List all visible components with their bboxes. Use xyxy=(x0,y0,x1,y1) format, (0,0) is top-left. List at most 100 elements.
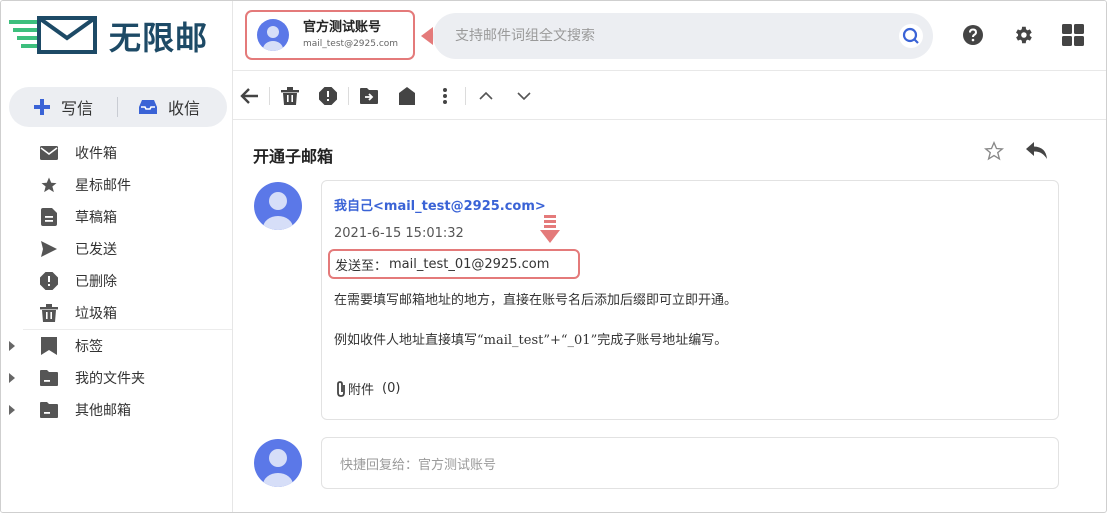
account-switcher[interactable]: 官方测试账号 mail_test@2925.com xyxy=(245,10,415,60)
inbox-tray-icon xyxy=(139,100,157,114)
next-mail-button[interactable] xyxy=(514,86,534,106)
send-icon xyxy=(39,239,59,259)
recipient-line: 发送至： mail_test_01@2925.com xyxy=(328,249,580,279)
toolbar-separator xyxy=(269,86,270,105)
tag-icon xyxy=(399,86,415,105)
search-icon xyxy=(902,27,919,44)
mailbox-icon xyxy=(39,400,59,420)
folder-deleted[interactable]: 已删除 xyxy=(1,265,232,297)
sidebar: 无限邮 写信 收信 收件箱 星标邮件 草稿箱 已发送 已删除 垃圾箱 标签 我的… xyxy=(1,1,233,512)
more-button[interactable] xyxy=(435,86,455,106)
alert-icon xyxy=(319,86,337,105)
paperclip-icon xyxy=(337,380,345,397)
toolbar-separator xyxy=(348,86,349,105)
folder-label: 我的文件夹 xyxy=(75,371,145,387)
mail-body-line: 例如收件人地址直接填写“mail_test”+“_01”完成子账号地址编写。 xyxy=(334,333,728,348)
trash-icon xyxy=(281,86,299,105)
logo: 无限邮 xyxy=(9,13,224,59)
move-button[interactable] xyxy=(359,86,379,106)
expand-caret-icon[interactable] xyxy=(9,405,15,415)
more-vertical-icon xyxy=(443,87,447,104)
attachment-count: (0) xyxy=(382,381,401,396)
folder-label: 垃圾箱 xyxy=(75,306,117,322)
grid-icon xyxy=(1062,24,1084,46)
search-box xyxy=(433,13,933,59)
account-name: 官方测试账号 xyxy=(303,19,382,35)
folder-label: 已发送 xyxy=(75,242,117,258)
folder-label: 星标邮件 xyxy=(75,178,131,194)
tag-button[interactable] xyxy=(397,86,417,106)
folder-label: 草稿箱 xyxy=(75,210,117,226)
deleted-icon xyxy=(39,271,59,291)
write-button[interactable]: 写信 xyxy=(9,87,117,127)
folder-label: 收件箱 xyxy=(75,146,117,162)
receive-button[interactable]: 收信 xyxy=(118,87,200,127)
avatar xyxy=(257,19,289,51)
recipient-label: 发送至： xyxy=(335,258,388,274)
previous-mail-button[interactable] xyxy=(476,86,496,106)
folder-starred[interactable]: 星标邮件 xyxy=(1,169,232,201)
chevron-down-icon xyxy=(517,91,531,100)
sender-link[interactable]: 我自己<mail_test@2925.com> xyxy=(334,195,546,214)
pointer-arrow-down-icon xyxy=(540,215,560,243)
compose-bar: 写信 收信 xyxy=(9,87,227,127)
chevron-up-icon xyxy=(479,91,493,100)
apps-button[interactable] xyxy=(1061,23,1085,47)
folder-drafts[interactable]: 草稿箱 xyxy=(1,201,232,233)
folder-list: 收件箱 星标邮件 草稿箱 已发送 已删除 垃圾箱 标签 我的文件夹 其他邮箱 xyxy=(1,137,232,426)
star-icon xyxy=(39,175,59,195)
arrow-left-icon xyxy=(240,87,258,104)
account-email: mail_test@2925.com xyxy=(303,38,399,49)
folder-sent[interactable]: 已发送 xyxy=(1,233,232,265)
inbox-icon xyxy=(39,143,59,163)
group-other-mailboxes[interactable]: 其他邮箱 xyxy=(1,394,232,426)
attachment-label: 附件 xyxy=(348,383,375,398)
report-spam-button[interactable] xyxy=(318,86,338,106)
recipient-address[interactable]: mail_test_01@2925.com xyxy=(389,257,549,272)
reply-button[interactable] xyxy=(1025,141,1049,165)
plus-icon xyxy=(34,99,50,115)
back-button[interactable] xyxy=(239,86,259,106)
settings-button[interactable] xyxy=(1011,23,1035,47)
receive-label: 收信 xyxy=(168,99,201,118)
my-avatar xyxy=(254,439,302,487)
folder-label: 标签 xyxy=(75,339,103,355)
expand-caret-icon[interactable] xyxy=(9,341,15,351)
gear-icon xyxy=(1016,26,1032,44)
logo-text: 无限邮 xyxy=(109,19,209,57)
top-icons xyxy=(961,23,1106,47)
draft-icon xyxy=(39,207,59,227)
help-button[interactable] xyxy=(961,23,985,47)
reply-icon xyxy=(1026,142,1047,159)
move-to-folder-icon xyxy=(360,87,378,104)
mail-card: 我自己<mail_test@2925.com> 2021-6-15 15:01:… xyxy=(321,180,1059,420)
group-my-folders[interactable]: 我的文件夹 xyxy=(1,362,232,394)
trash-icon xyxy=(39,303,59,323)
tag-icon xyxy=(39,336,59,356)
folder-label: 已删除 xyxy=(75,274,117,290)
quick-reply-placeholder: 快捷回复给：官方测试账号 xyxy=(340,457,497,473)
delete-button[interactable] xyxy=(280,86,300,106)
topbar: 官方测试账号 mail_test@2925.com xyxy=(233,1,1106,71)
group-tags[interactable]: 标签 xyxy=(1,330,232,362)
folder-trash[interactable]: 垃圾箱 xyxy=(1,297,232,329)
folder-label: 其他邮箱 xyxy=(75,403,131,419)
star-button[interactable] xyxy=(983,140,1005,165)
search-input[interactable] xyxy=(455,28,885,44)
app-frame: 无限邮 写信 收信 收件箱 星标邮件 草稿箱 已发送 已删除 垃圾箱 标签 我的… xyxy=(0,0,1107,513)
toolbar-separator xyxy=(465,86,466,105)
attachment-toggle[interactable]: 附件 (0) xyxy=(334,379,400,398)
mail-body-line: 在需要填写邮箱地址的地方，直接在账号名后添加后缀即可立即开通。 xyxy=(334,293,738,308)
mail-toolbar xyxy=(233,72,1106,120)
sender-avatar xyxy=(254,182,302,230)
quick-reply-box[interactable]: 快捷回复给：官方测试账号 xyxy=(321,437,1059,489)
folder-inbox[interactable]: 收件箱 xyxy=(1,137,232,169)
mail-time: 2021-6-15 15:01:32 xyxy=(334,226,464,241)
star-outline-icon xyxy=(983,140,1005,161)
envelope-logo-icon xyxy=(9,16,97,54)
search-button[interactable] xyxy=(899,24,923,48)
expand-caret-icon[interactable] xyxy=(9,373,15,383)
write-label: 写信 xyxy=(61,99,94,118)
folder-icon xyxy=(39,368,59,388)
help-icon xyxy=(963,25,983,45)
